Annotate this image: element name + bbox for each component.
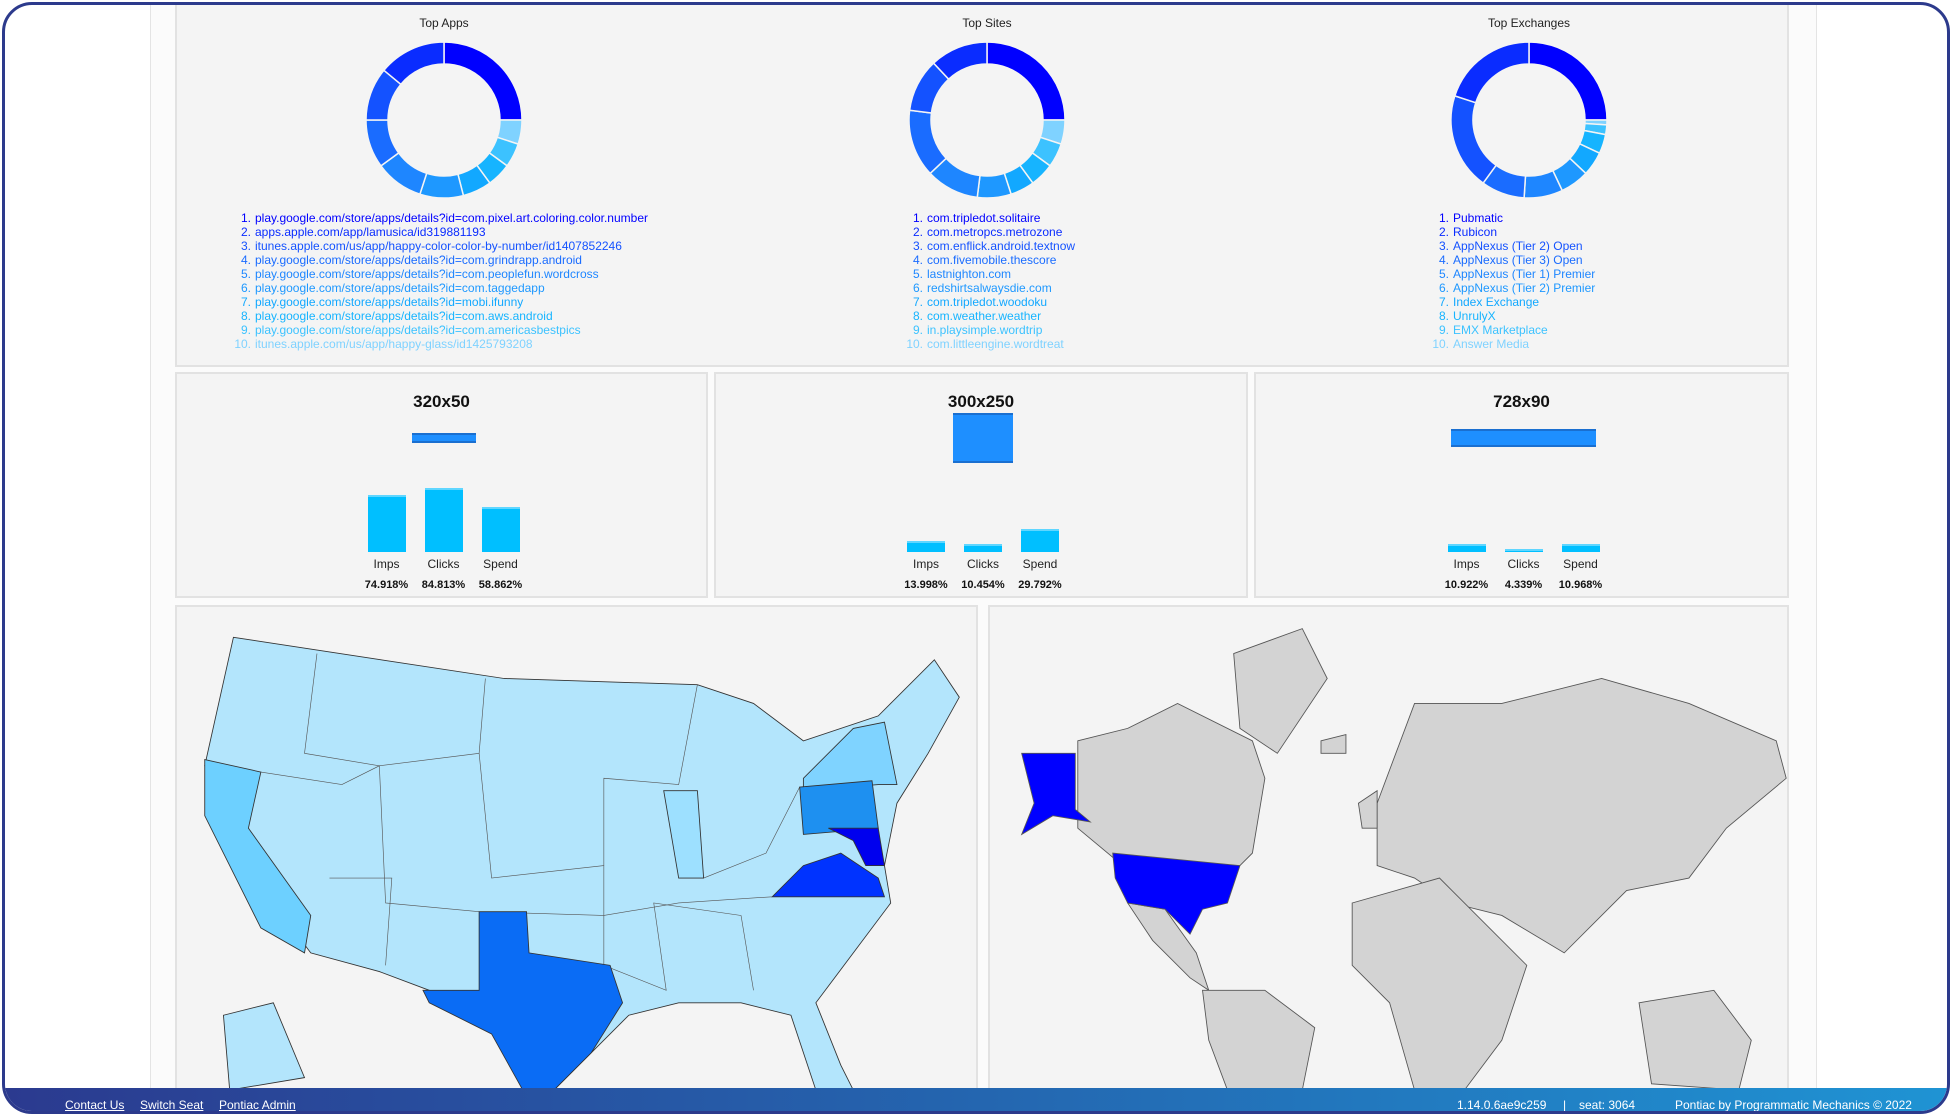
contact-us-link[interactable]: Contact Us <box>65 1098 124 1111</box>
pontiac-admin-link[interactable]: Pontiac Admin <box>219 1098 296 1111</box>
state-pennsylvania[interactable] <box>799 780 879 835</box>
maps <box>204 628 1787 1091</box>
copyright-text: Pontiac by Programmatic Mechanics © 2022 <box>1675 1098 1912 1112</box>
country-united-states[interactable] <box>1112 852 1241 935</box>
south-america[interactable] <box>1202 989 1316 1091</box>
country-greenland[interactable] <box>1233 628 1328 754</box>
app-window: Top Apps Top Sites Top Exchanges 1. play.… <box>2 2 1950 1114</box>
footer: Contact Us Switch Seat Pontiac Admin 1.1… <box>5 1088 1947 1112</box>
seat-text: seat: 3064 <box>1579 1098 1636 1112</box>
australia[interactable] <box>1638 989 1752 1091</box>
state-alaska[interactable] <box>222 1002 306 1091</box>
country-iceland[interactable] <box>1320 734 1347 754</box>
world-map <box>1020 628 1787 1091</box>
country-uk[interactable] <box>1357 789 1378 829</box>
footer-separator: | <box>1563 1098 1567 1112</box>
us-map <box>204 636 960 1091</box>
version-text: 1.14.0.6ae9c259 <box>1457 1098 1547 1112</box>
country-canada[interactable] <box>1077 702 1266 867</box>
switch-seat-link[interactable]: Switch Seat <box>140 1098 203 1111</box>
